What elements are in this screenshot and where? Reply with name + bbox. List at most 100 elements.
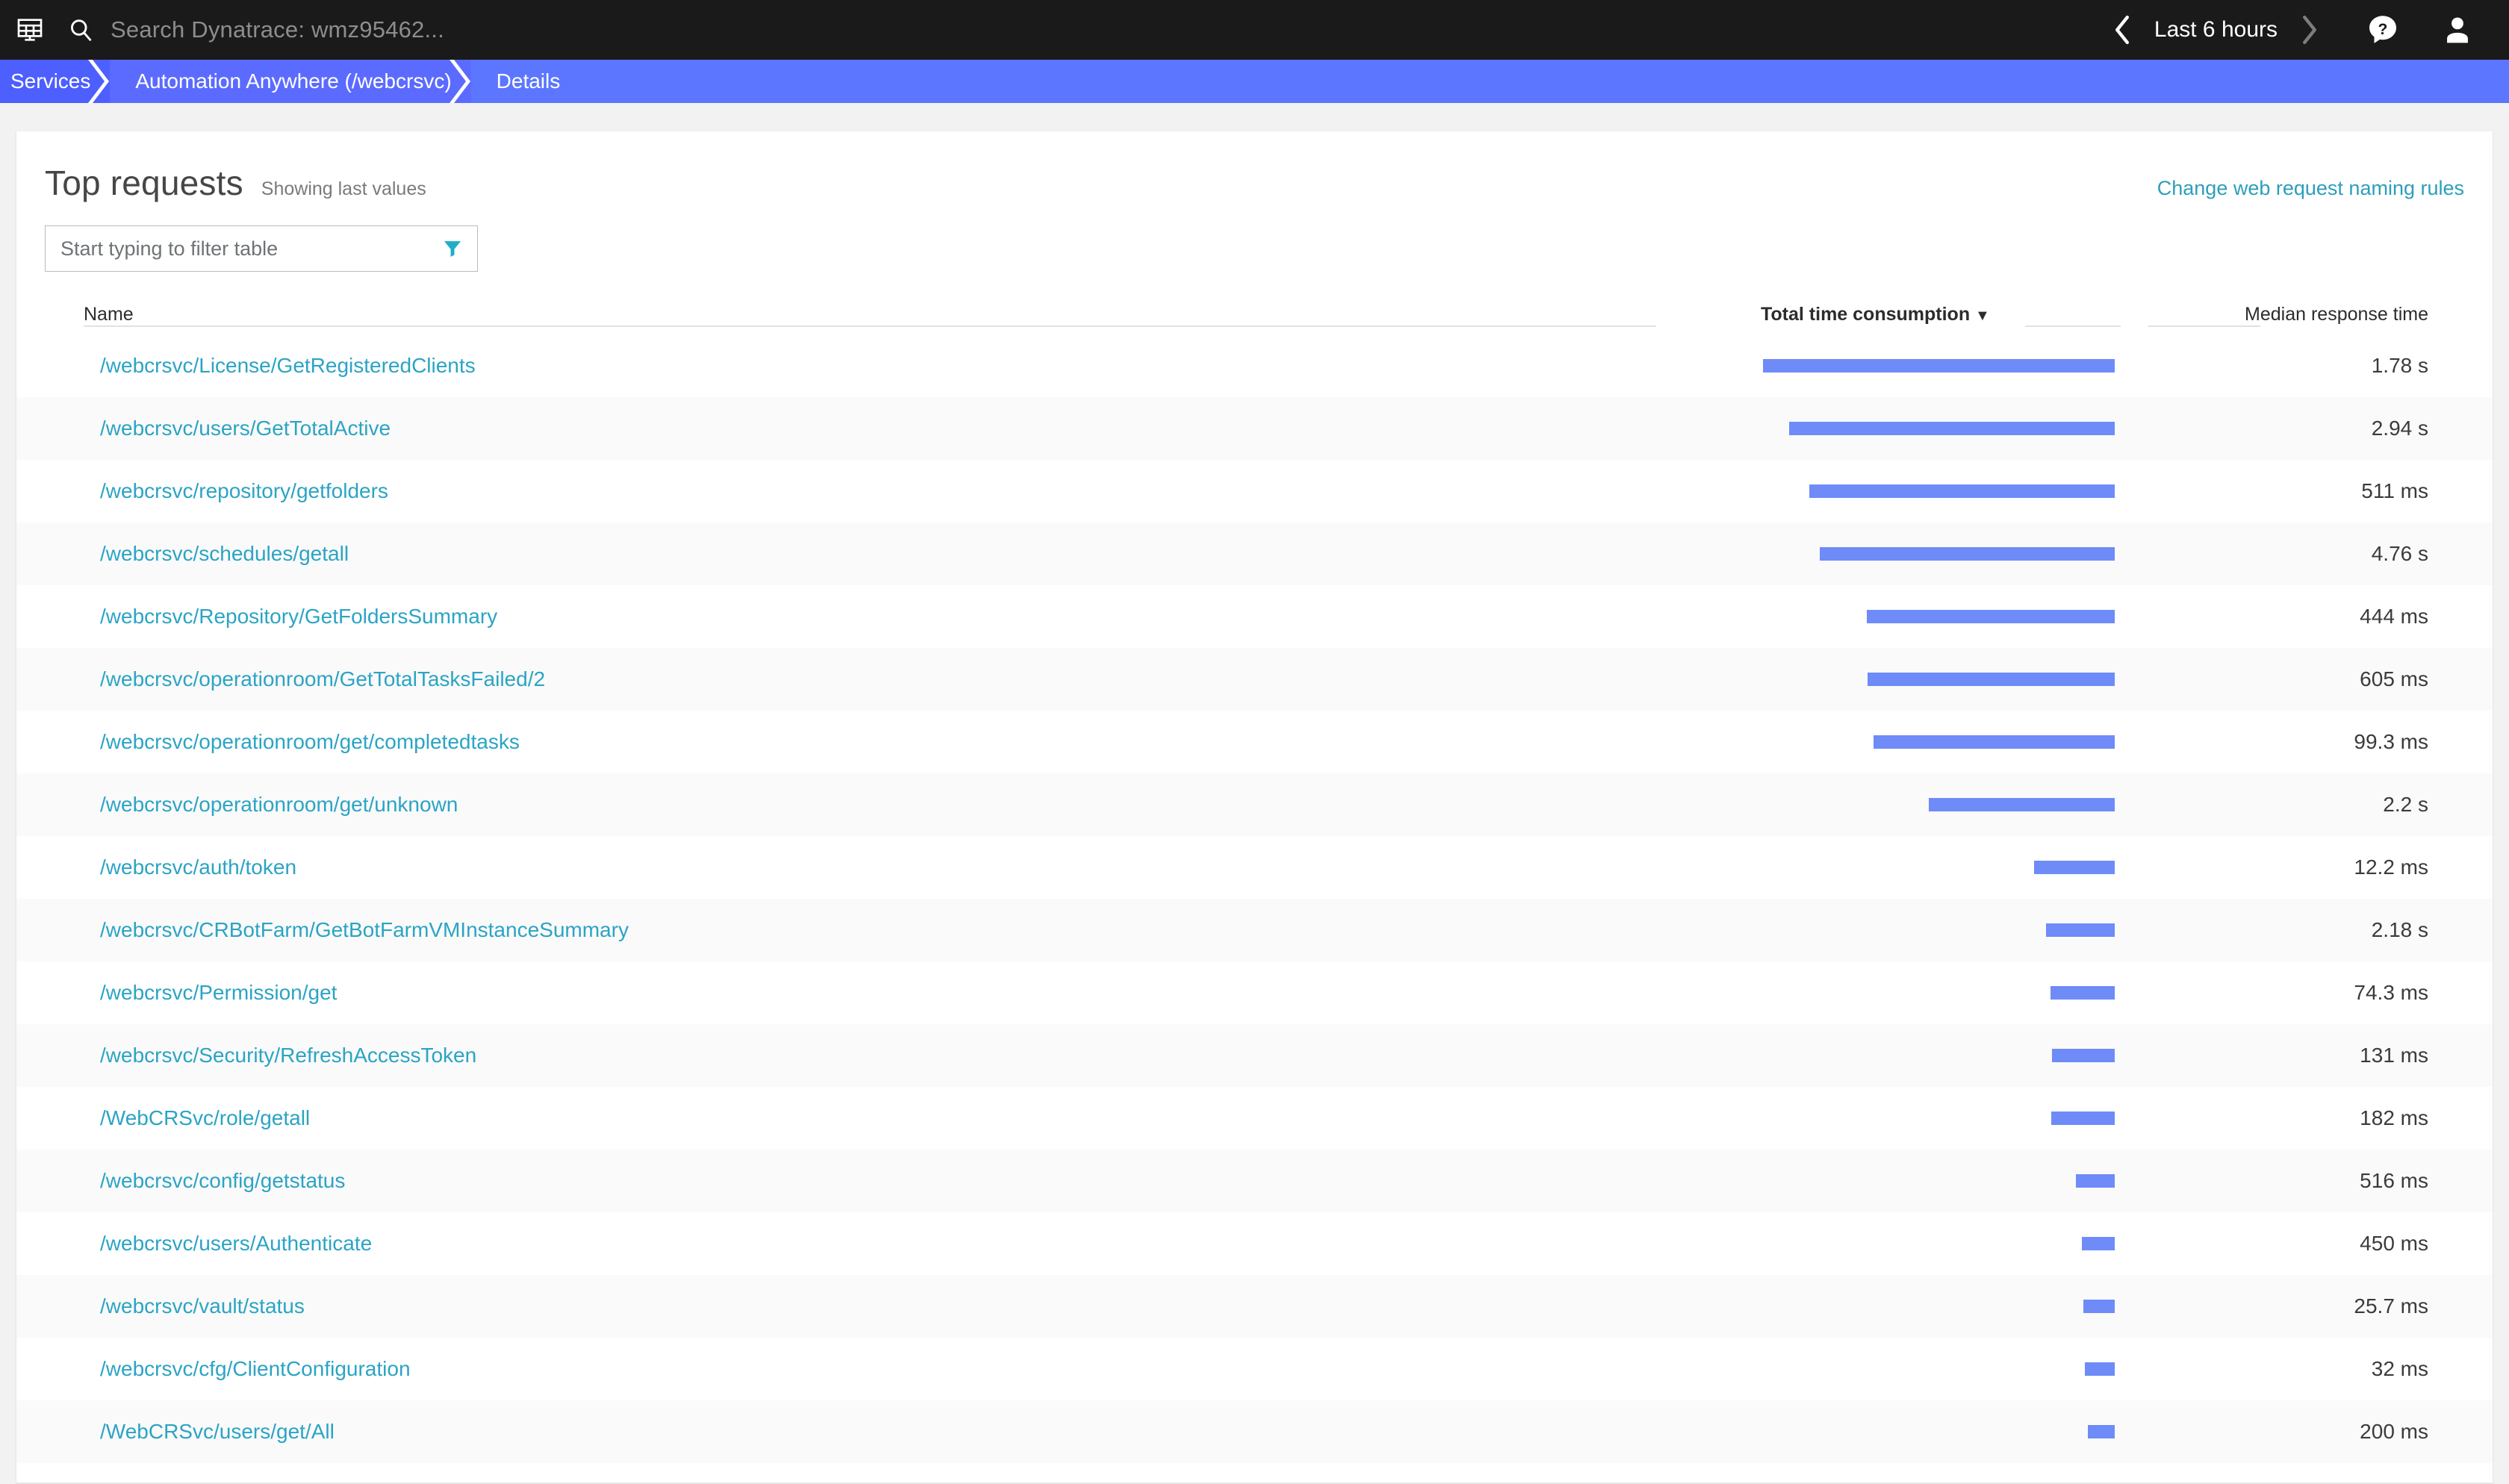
request-name-link[interactable]: /webcrsvc/users/Authenticate [100,1232,372,1256]
header-divider-name [84,325,1656,327]
request-name-link[interactable]: /webcrsvc/Permission/get [100,981,337,1005]
table-row[interactable]: /webcrsvc/operationroom/get/unknown 2.2 s [16,773,2493,836]
breadcrumb-item-service[interactable]: Automation Anywhere (/webcrsvc) [110,60,470,103]
request-name-link[interactable]: /webcrsvc/vault/status [100,1294,305,1318]
top-bar-right-controls: Last 6 hours ? [2101,4,2509,56]
timeframe-next-button[interactable] [2288,8,2331,52]
request-name-link[interactable]: /webcrsvc/cfg/ClientConfiguration [100,1357,411,1381]
global-search-input[interactable]: Search Dynatrace: wmz95462... [111,16,444,43]
median-response-time-value: 1.78 s [2372,354,2428,378]
median-response-time-value: 605 ms [2360,667,2428,691]
table-body: /webcrsvc/License/GetRegisteredClients 1.… [16,334,2493,1463]
table-row[interactable]: /WebCRSvc/role/getall 182 ms [16,1087,2493,1150]
total-time-bar [1809,484,2115,498]
table-row[interactable]: /webcrsvc/Repository/GetFoldersSummary 44… [16,585,2493,648]
table-row[interactable]: /webcrsvc/Permission/get 74.3 ms [16,961,2493,1024]
request-name-link[interactable]: /webcrsvc/CRBotFarm/GetBotFarmVMInstance… [100,918,629,942]
column-header-total-time[interactable]: Total time consumption ▼ [1761,304,1990,325]
help-circle-icon[interactable]: ? [2357,4,2409,56]
request-name-link[interactable]: /WebCRSvc/users/get/All [100,1420,335,1444]
table-row[interactable]: /webcrsvc/users/Authenticate450 ms [16,1212,2493,1275]
median-response-time-value: 2.18 s [2372,918,2428,942]
table-row[interactable]: /webcrsvc/repository/getfolders 511 ms [16,460,2493,523]
median-response-time-value: 511 ms [2361,479,2428,503]
table-row[interactable]: /webcrsvc/schedules/getall 4.76 s [16,523,2493,585]
total-time-bar [2051,986,2115,1000]
request-name-link[interactable]: /webcrsvc/operationroom/get/completedtas… [100,730,520,754]
request-name-link[interactable]: /webcrsvc/Security/RefreshAccessToken [100,1044,476,1067]
median-response-time-value: 99.3 ms [2354,730,2428,754]
total-time-bar [2046,923,2115,937]
table-row[interactable]: /webcrsvc/operationroom/GetTotalTasksFai… [16,648,2493,711]
breadcrumb-item-services[interactable]: Services [0,60,110,103]
request-name-link[interactable]: /webcrsvc/config/getstatus [100,1169,345,1193]
request-name-link[interactable]: /webcrsvc/operationroom/GetTotalTasksFai… [100,667,545,691]
top-navigation-bar: Search Dynatrace: wmz95462... Last 6 hou… [0,0,2509,60]
request-name-link[interactable]: /WebCRSvc/role/getall [100,1106,310,1130]
total-time-bar [2076,1174,2115,1188]
median-response-time-value: 2.94 s [2372,417,2428,440]
svg-text:?: ? [2378,21,2388,38]
request-name-link[interactable]: /webcrsvc/operationroom/get/unknown [100,793,458,817]
request-name-link[interactable]: /webcrsvc/auth/token [100,855,296,879]
column-header-total-time-label: Total time consumption [1761,304,1970,325]
filter-table-input[interactable] [59,237,440,261]
table-row[interactable]: /webcrsvc/cfg/ClientConfiguration 32 ms [16,1338,2493,1400]
table-row[interactable]: /webcrsvc/auth/token12.2 ms [16,836,2493,899]
total-time-bar [1820,547,2115,561]
request-name-link[interactable]: /webcrsvc/schedules/getall [100,542,349,566]
change-naming-rules-link[interactable]: Change web request naming rules [2157,177,2464,200]
timeframe-selector[interactable]: Last 6 hours [2144,17,2288,43]
sort-descending-icon: ▼ [1975,308,1990,324]
median-response-time-value: 4.76 s [2372,542,2428,566]
column-header-median-response-time[interactable]: Median response time [2245,304,2428,325]
total-time-bar [2088,1425,2115,1438]
breadcrumb-label: Details [497,69,561,93]
breadcrumb: Services Automation Anywhere (/webcrsvc)… [0,60,2509,103]
median-response-time-value: 131 ms [2360,1044,2428,1067]
search-icon[interactable] [64,13,97,46]
total-time-bar [2083,1300,2115,1313]
page-title: Top requests [45,163,243,203]
total-time-bar [1789,422,2115,435]
median-response-time-value: 2.2 s [2383,793,2428,817]
median-response-time-value: 444 ms [2360,605,2428,629]
request-name-link[interactable]: /webcrsvc/users/GetTotalActive [100,417,391,440]
header-divider-median [2148,325,2260,327]
breadcrumb-label: Automation Anywhere (/webcrsvc) [135,69,451,93]
table-row[interactable]: /WebCRSvc/users/get/All 200 ms [16,1400,2493,1463]
table-row[interactable]: /webcrsvc/config/getstatus 516 ms [16,1150,2493,1212]
chevron-right-icon [450,60,472,103]
median-response-time-value: 182 ms [2360,1106,2428,1130]
table-row[interactable]: /webcrsvc/CRBotFarm/GetBotFarmVMInstance… [16,899,2493,961]
dashboard-grid-icon[interactable] [12,12,48,48]
breadcrumb-item-details[interactable]: Details [471,60,2509,103]
request-name-link[interactable]: /webcrsvc/License/GetRegisteredClients [100,354,476,378]
timeframe-previous-button[interactable] [2101,8,2144,52]
median-response-time-value: 200 ms [2360,1420,2428,1444]
breadcrumb-label: Services [10,69,90,93]
table-row[interactable]: /webcrsvc/vault/status 25.7 ms [16,1275,2493,1338]
top-requests-panel: Top requests Showing last values Change … [16,131,2493,1484]
request-name-link[interactable]: /webcrsvc/Repository/GetFoldersSummary [100,605,497,629]
panel-header: Top requests Showing last values Change … [16,131,2493,203]
median-response-time-value: 516 ms [2360,1169,2428,1193]
total-time-bar [2051,1112,2115,1125]
funnel-filter-icon[interactable] [440,236,465,261]
table-row[interactable]: /webcrsvc/operationroom/get/completedtas… [16,711,2493,773]
user-avatar-icon[interactable] [2431,4,2484,56]
total-time-bar [2085,1362,2115,1376]
total-time-bar [1868,673,2115,686]
table-row[interactable]: /webcrsvc/License/GetRegisteredClients 1.… [16,334,2493,397]
column-header-name[interactable]: Name [84,304,134,325]
chevron-right-icon [88,60,111,103]
request-name-link[interactable]: /webcrsvc/repository/getfolders [100,479,388,503]
table-row[interactable]: /webcrsvc/Security/RefreshAccessToken 131… [16,1024,2493,1087]
median-response-time-value: 32 ms [2372,1357,2428,1381]
median-response-time-value: 25.7 ms [2354,1294,2428,1318]
filter-table-box[interactable] [45,225,478,272]
panel-subtitle: Showing last values [261,178,426,200]
table-row[interactable]: /webcrsvc/users/GetTotalActive 2.94 s [16,397,2493,460]
filter-row [16,203,2493,272]
median-response-time-value: 74.3 ms [2354,981,2428,1005]
